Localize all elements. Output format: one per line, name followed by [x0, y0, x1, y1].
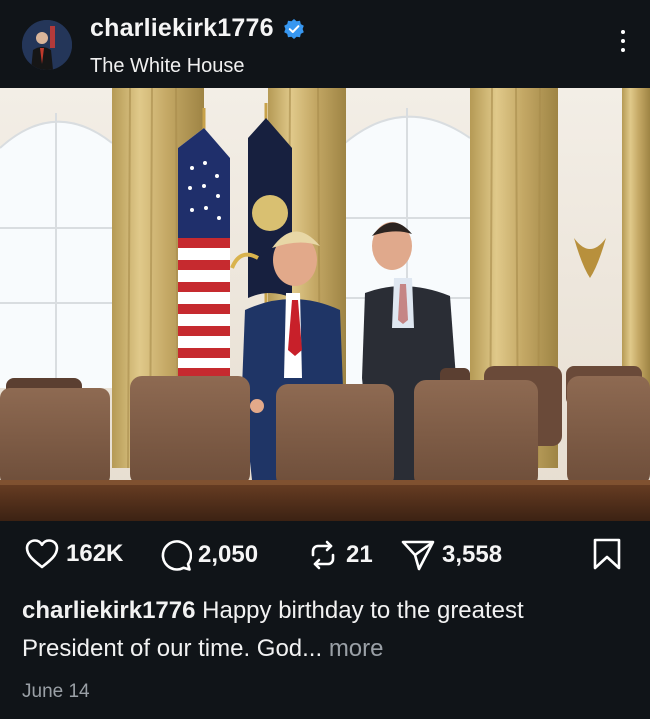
caption-more-link[interactable]: more	[329, 635, 384, 662]
heart-icon	[25, 539, 59, 569]
username-text[interactable]: charliekirk1776	[90, 14, 274, 43]
comment-count: 2,050	[198, 541, 259, 568]
repost-count: 21	[346, 541, 373, 568]
more-options-icon[interactable]	[618, 30, 628, 60]
post-date: June 14	[22, 681, 90, 702]
location-link[interactable]: The White House	[90, 55, 245, 78]
like-count: 162K	[66, 540, 124, 567]
post-image[interactable]	[0, 88, 650, 521]
comment-icon	[161, 540, 192, 571]
verified-badge-icon	[283, 18, 305, 40]
bookmark-button[interactable]	[592, 537, 622, 576]
post-header: charliekirk1776 The White House	[0, 0, 650, 88]
post-caption: charliekirk1776 Happy birthday to the gr…	[22, 592, 628, 668]
comment-button[interactable]: 2,050	[158, 538, 258, 572]
bookmark-icon	[593, 538, 621, 570]
send-icon	[401, 540, 435, 571]
like-button[interactable]: 162K	[24, 538, 123, 570]
post-actions-bar: 162K 2,050 21 3,558	[0, 528, 650, 584]
share-button[interactable]: 3,558	[400, 538, 502, 572]
avatar[interactable]	[22, 20, 72, 70]
username[interactable]: charliekirk1776	[90, 14, 305, 43]
caption-username[interactable]: charliekirk1776	[22, 597, 195, 624]
repost-button[interactable]: 21	[306, 538, 373, 572]
share-count: 3,558	[442, 541, 503, 568]
repost-icon	[311, 540, 335, 570]
